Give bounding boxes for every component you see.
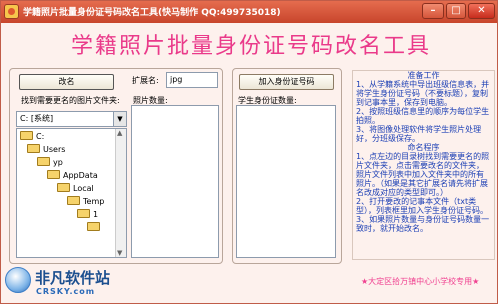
tree-item[interactable]: 1: [77, 209, 98, 221]
work-step-1: 1、从学籍系统中导出班级信息表，并将学生身份证号码（不要标题），复制到记事本里，…: [356, 80, 490, 107]
tree-item[interactable]: [87, 222, 103, 234]
drive-select-value: C: [系统]: [20, 114, 54, 123]
folder-icon: [57, 183, 70, 192]
drive-select[interactable]: C: [系统] ▼: [16, 111, 127, 127]
close-button[interactable]: ✕: [468, 3, 495, 19]
folder-icon: [20, 131, 33, 140]
work-step-2: 2、按照班级信息里的顺序为每位学生拍照。: [356, 107, 490, 125]
title-bar[interactable]: 学籍照片批量身份证号码改名工具(快马制作 QQ:499735018) – □ ✕: [1, 1, 497, 23]
tree-scrollbar[interactable]: [115, 129, 126, 257]
folder-icon: [67, 196, 80, 205]
maximize-button[interactable]: □: [446, 3, 466, 19]
folder-label: 找到需要更名的图片文件夹:: [21, 96, 120, 105]
id-list[interactable]: [236, 105, 336, 258]
instructions-panel: 准备工作 1、从学籍系统中导出班级信息表，并将学生身份证号码（不要标题），复制到…: [352, 70, 495, 260]
extension-label: 扩展名:: [132, 76, 159, 85]
steps-title: 命名程序: [407, 143, 440, 152]
tree-item[interactable]: Local: [57, 183, 94, 195]
footer-note: ★大定区拾万镇中心小学校专用★: [361, 277, 480, 286]
watermark: 非凡软件站 CRSKY.com: [5, 263, 145, 301]
chevron-down-icon[interactable]: ▼: [113, 112, 126, 126]
window-title: 学籍照片批量身份证号码改名工具(快马制作 QQ:499735018): [23, 8, 281, 18]
watermark-url: CRSKY.com: [36, 287, 96, 296]
minimize-button[interactable]: –: [422, 3, 444, 19]
watermark-logo-icon: [5, 267, 31, 293]
folder-tree[interactable]: C: Users yp AppData Local Temp 1: [16, 128, 127, 258]
watermark-text: 非凡软件站: [35, 269, 111, 287]
work-step-3: 3、将图像处理软件将学生照片处理好，分班级保存。: [356, 125, 482, 143]
naming-step-1: 1、点左边的目录树找到需要更名的照片文件夹，点击需要改名的文件夹，照片文件列表中…: [356, 152, 490, 197]
photo-list[interactable]: [131, 105, 219, 258]
extension-input[interactable]: jpg: [166, 72, 218, 88]
app-window: 学籍照片批量身份证号码改名工具(快马制作 QQ:499735018) – □ ✕…: [0, 0, 498, 304]
tree-item[interactable]: Users: [27, 144, 65, 156]
page-title: 学籍照片批量身份证号码改名工具: [70, 34, 431, 59]
folder-icon: [77, 209, 90, 218]
tree-item[interactable]: yp: [37, 157, 63, 169]
app-icon: [4, 4, 19, 19]
rename-button[interactable]: 改名: [19, 74, 114, 90]
naming-step-3: 3、如果照片数量与身份证号码数量一致时，就开始改名。: [356, 215, 490, 233]
tree-item[interactable]: AppData: [47, 170, 98, 182]
naming-step-2: 2、打开要改的记事本文件（txt类型），列表框里加入学生身份证号码。: [356, 197, 488, 215]
tree-item[interactable]: Temp: [67, 196, 104, 208]
tree-item[interactable]: C:: [20, 131, 44, 143]
folder-icon: [27, 144, 40, 153]
work-title: 准备工作: [407, 71, 440, 80]
folder-icon: [37, 157, 50, 166]
add-id-button[interactable]: 加入身份证号码: [239, 74, 334, 90]
folder-icon: [47, 170, 60, 179]
folder-icon: [87, 222, 100, 231]
